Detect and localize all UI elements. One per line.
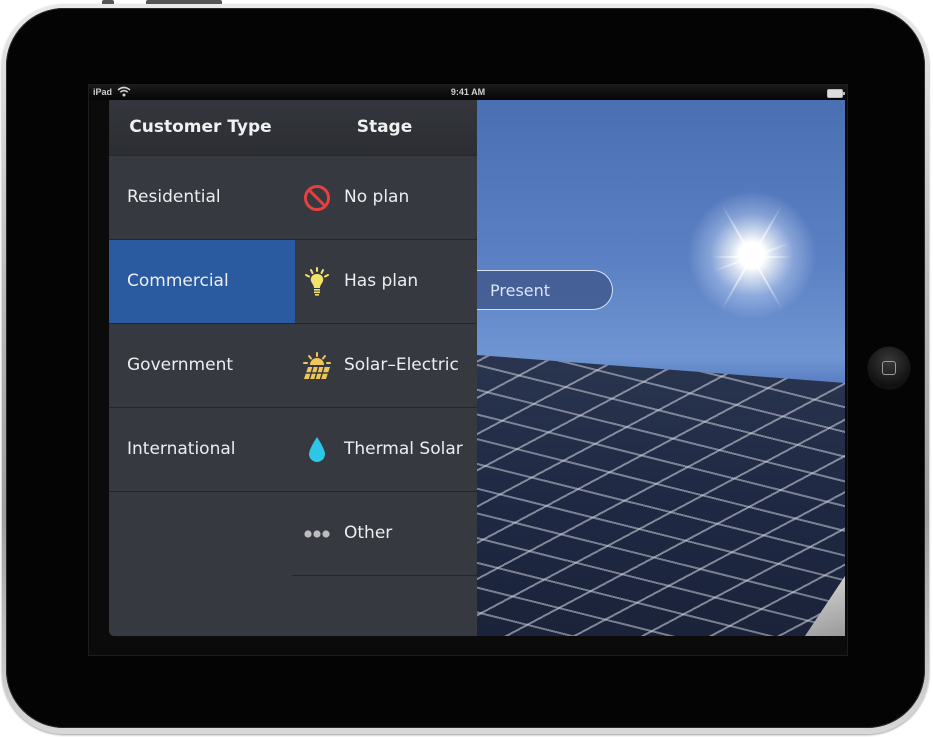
solar-panel-sun-icon [302, 352, 332, 380]
customer-type-commercial[interactable]: Commercial [109, 240, 292, 324]
mute-switch [102, 0, 114, 4]
lightbulb-icon [302, 267, 332, 296]
no-entry-icon [302, 184, 332, 212]
customer-type-header: Customer Type [129, 117, 272, 137]
stage-other[interactable]: Other [292, 492, 477, 576]
stage-header: Stage [356, 117, 413, 137]
status-time: 9:41 AM [450, 87, 486, 97]
list-item-label: Solar–Electric [344, 355, 459, 375]
home-button-icon[interactable] [868, 347, 910, 389]
list-item-label: Government [127, 355, 234, 375]
sleep-button [146, 0, 222, 4]
stage-has-plan[interactable]: Has plan [292, 240, 477, 324]
list-item-label: Thermal Solar [344, 439, 463, 459]
home-square-glyph [882, 361, 896, 375]
screen: iPad 9:41 AM Present Customer Type Stage… [88, 84, 848, 656]
list-item-label: International [127, 439, 236, 459]
customer-type-government[interactable]: Government [109, 324, 292, 408]
customer-type-list: Residential Commercial Government Intern… [109, 156, 292, 492]
status-bar: iPad 9:41 AM [89, 85, 847, 100]
solar-panel-background-photo [477, 100, 845, 636]
stage-thermal-solar[interactable]: Thermal Solar [292, 408, 477, 492]
list-item-label: Other [344, 523, 393, 543]
list-item-label: Residential [127, 187, 221, 207]
more-dots-icon [302, 520, 332, 548]
stage-solar-electric[interactable]: Solar–Electric [292, 324, 477, 408]
customer-type-residential[interactable]: Residential [109, 156, 292, 240]
list-item-label: No plan [344, 187, 410, 207]
menu-header: Customer Type Stage [109, 100, 477, 156]
solar-panels [477, 355, 845, 636]
customer-type-international[interactable]: International [109, 408, 292, 492]
stage-no-plan[interactable]: No plan [292, 156, 477, 240]
battery-icon [827, 89, 845, 98]
water-drop-icon [302, 436, 332, 464]
filter-menu: Customer Type Stage Residential Commerci… [109, 100, 477, 636]
present-button[interactable]: Present [477, 270, 613, 310]
list-item-label: Commercial [127, 271, 229, 291]
stage-list: No plan Has plan Solar–Electric Thermal … [292, 156, 477, 576]
list-item-label: Has plan [344, 271, 419, 291]
